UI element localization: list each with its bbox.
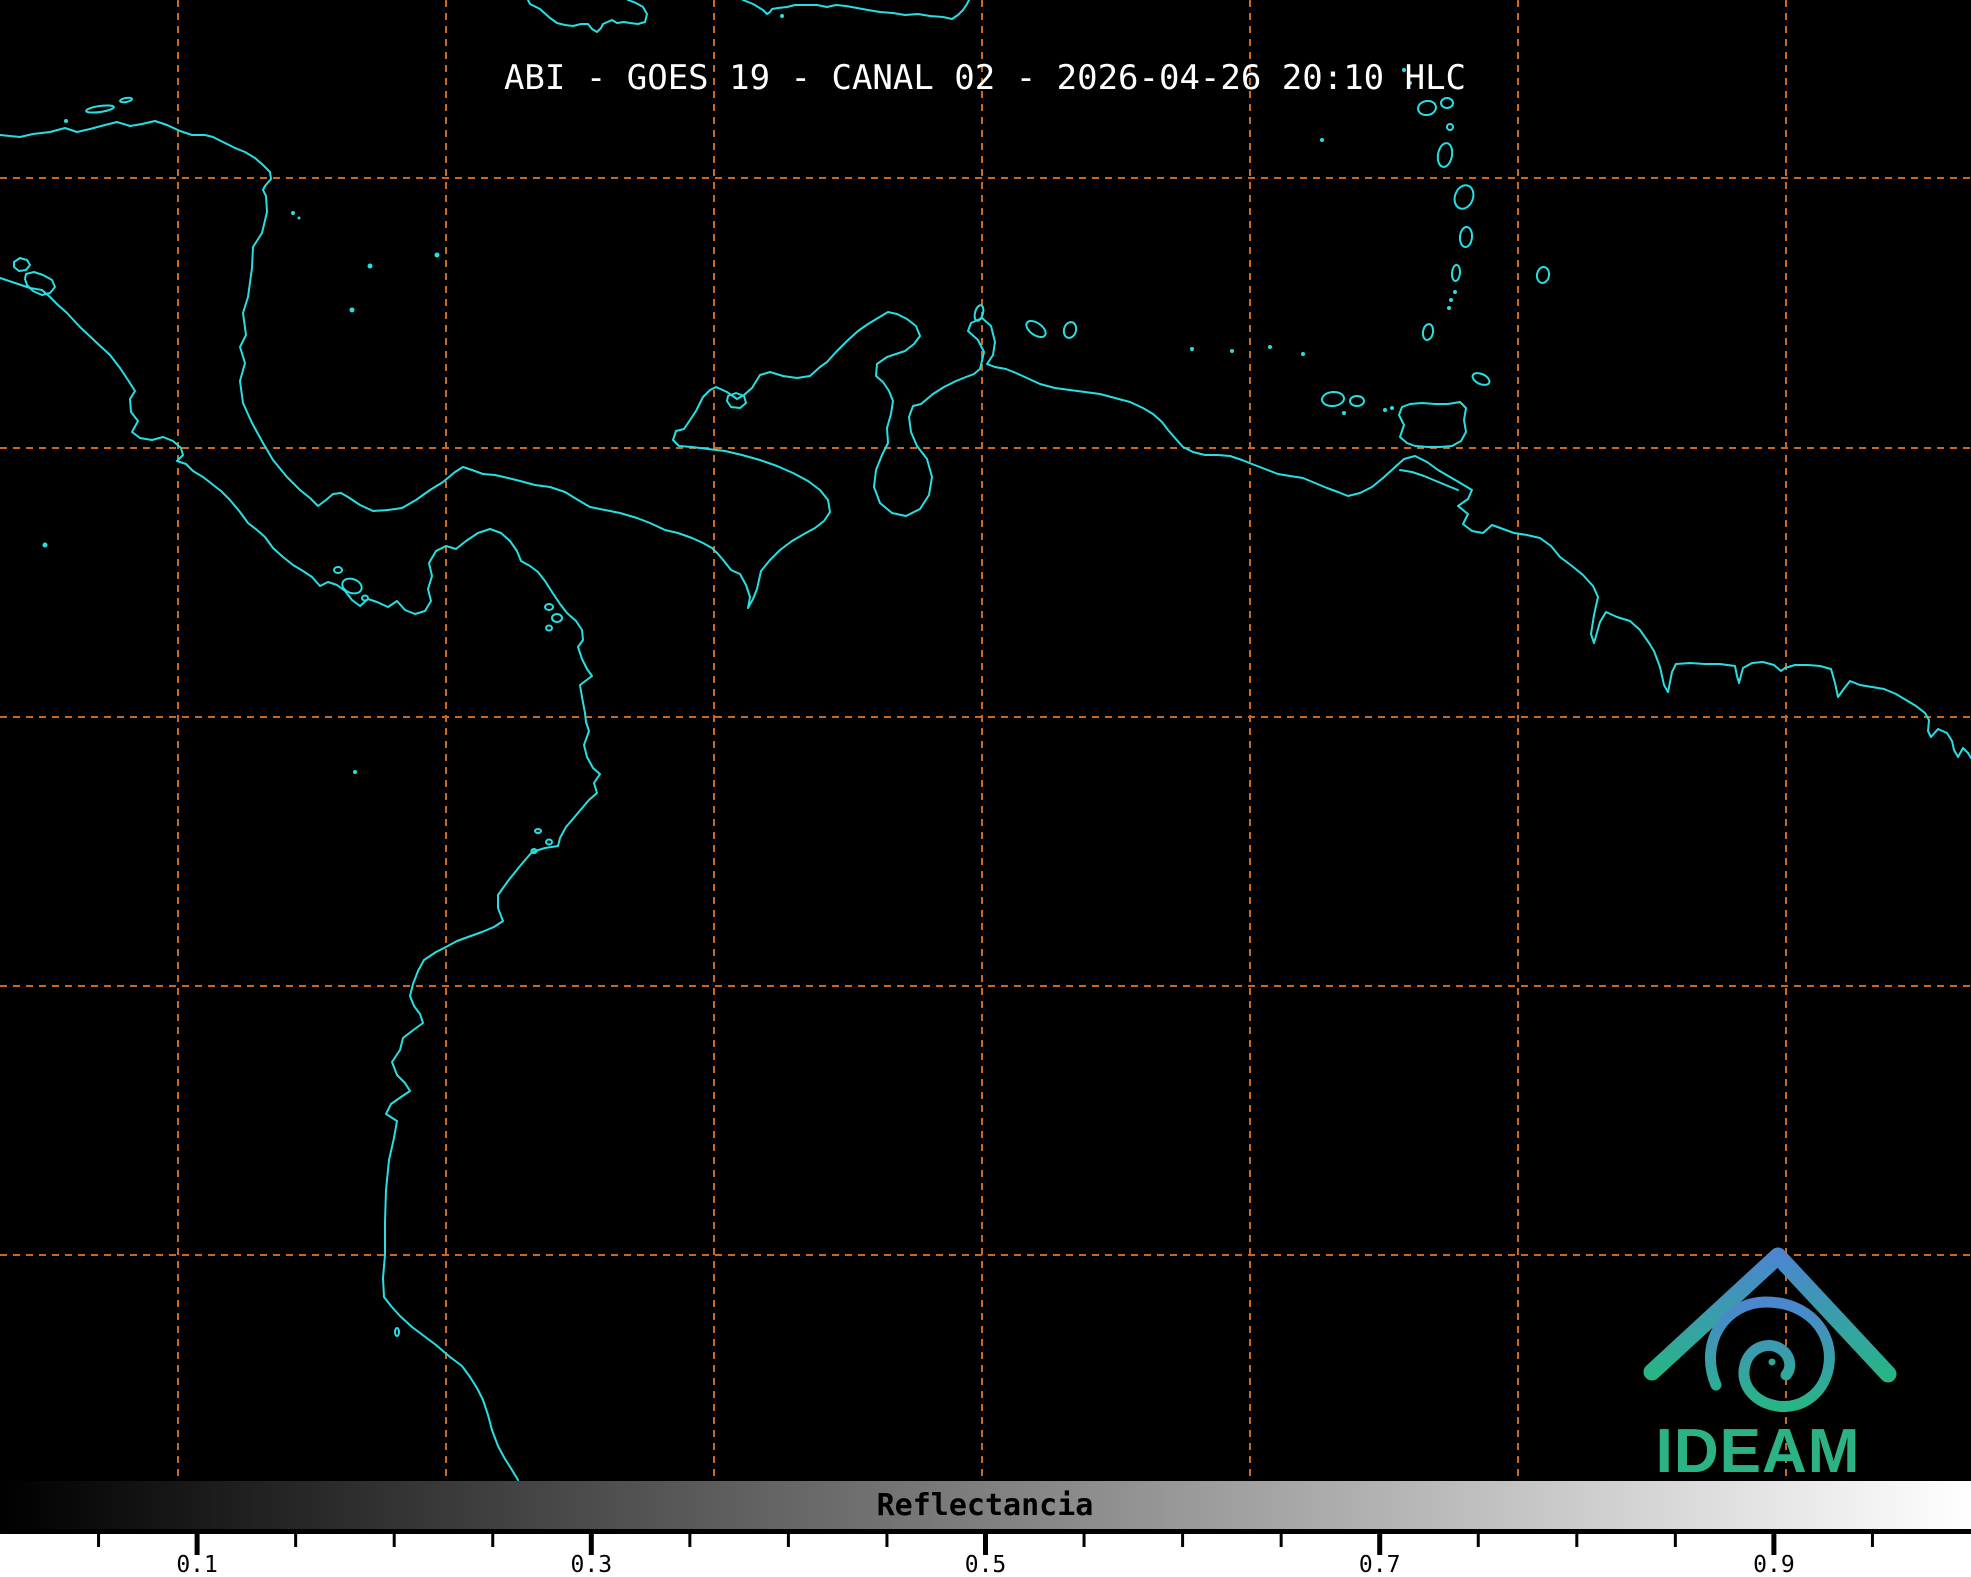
islet-st-croix (1320, 138, 1324, 142)
colorbar-tick-label: 0.1 (176, 1552, 218, 1577)
islet-miskito-cay-1 (291, 211, 295, 215)
logo-spiral-eye (1769, 1359, 1776, 1366)
image-title: ABI - GOES 19 - CANAL 02 - 2026-04-26 20… (504, 58, 1466, 98)
colorbar-tick-label: 0.7 (1359, 1552, 1401, 1577)
colorbar-tick-label: 0.3 (571, 1552, 613, 1577)
islet-grenadine-2 (1449, 298, 1453, 302)
islet-la-blanquilla (1268, 345, 1272, 349)
islet-providencia (368, 264, 373, 269)
islet-miskito-cay-2 (298, 217, 301, 220)
islet-serrana-cay (435, 253, 440, 258)
islet-dragon-mouth-islet-1 (1390, 406, 1394, 410)
islet-la-orchila (1301, 352, 1305, 356)
map-canvas: ABI - GOES 19 - CANAL 02 - 2026-04-26 20… (0, 0, 1971, 1577)
map-background (0, 0, 1971, 1481)
logo-wordmark: IDEAM (1656, 1417, 1861, 1486)
islet-los-roques-2 (1230, 349, 1234, 353)
colorbar-tick-label: 0.9 (1753, 1552, 1795, 1577)
islet-grenadine-3 (1447, 306, 1451, 310)
islet-coche (1342, 411, 1346, 415)
islet-los-roques-1 (1190, 347, 1194, 351)
islet-san-andres (350, 308, 355, 313)
satellite-image-viewer: ABI - GOES 19 - CANAL 02 - 2026-04-26 20… (0, 0, 1971, 1577)
islet-cocos-island (43, 543, 48, 548)
islet-beata-islet (780, 14, 784, 18)
colorbar-tick-label: 0.5 (965, 1552, 1007, 1577)
islet-grenadine-1 (1453, 290, 1457, 294)
islet-malpelo-island (353, 770, 357, 774)
islet-dragon-mouth-islet-2 (1383, 408, 1387, 412)
islet-utila (64, 119, 68, 123)
colorbar-label: Reflectancia (877, 1488, 1094, 1523)
colorbar-bottom-border (0, 1529, 1971, 1534)
